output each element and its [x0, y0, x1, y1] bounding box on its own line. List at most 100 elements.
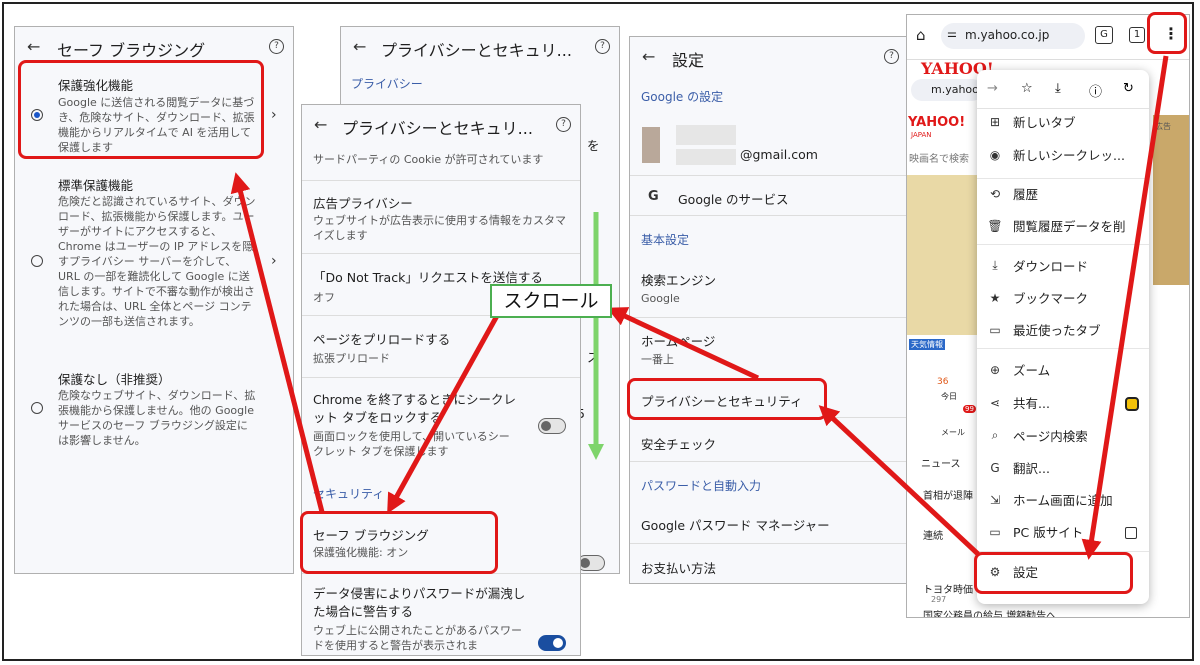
ad-image-right: [1153, 115, 1189, 285]
password-manager-item[interactable]: Google パスワード マネージャー: [641, 515, 830, 534]
search-engine-item[interactable]: 検索エンジン: [641, 270, 716, 289]
page-title: プライバシーとセキュリ...: [381, 41, 572, 60]
menu-item-icon: 🗑: [987, 218, 1003, 233]
desktop-site-checkbox[interactable]: [1125, 527, 1137, 539]
google-services-item[interactable]: Google のサービス: [678, 189, 789, 208]
menu-item-icon: ▭: [989, 524, 1001, 539]
ad-privacy-desc: ウェブサイトが広告表示に使用する情報をカスタマイズします: [313, 214, 566, 242]
menu-item-10[interactable]: G 翻訳...: [987, 458, 1050, 477]
menu-divider: [977, 178, 1149, 179]
homepage-item[interactable]: ホームページ: [641, 331, 715, 350]
forward-icon[interactable]: →: [987, 81, 998, 96]
page-title: 設定: [672, 51, 705, 70]
weather-label: 天気情報: [909, 339, 945, 350]
menu-item-label: ズーム: [1013, 363, 1051, 378]
search-engine-value: Google: [641, 292, 680, 305]
mail-badge: 99: [963, 405, 976, 413]
menu-item-7[interactable]: ⊕ ズーム: [987, 360, 1050, 379]
do-not-track-value: オフ: [313, 291, 335, 304]
menu-item-icon: ⤓: [992, 258, 998, 272]
text-fragment: ス: [587, 350, 600, 365]
reload-icon[interactable]: ↻: [1123, 81, 1134, 96]
back-arrow-icon[interactable]: ←: [314, 115, 327, 134]
menu-item-6[interactable]: ▭ 最近使ったタブ: [987, 320, 1100, 339]
google-g-icon: G: [648, 189, 659, 204]
safety-check-item[interactable]: 安全チェック: [641, 434, 716, 453]
preload-value: 拡張プリロード: [313, 352, 390, 365]
menu-toolbar: → ☆ ⤓ ⓘ ↻: [977, 70, 1149, 109]
menu-item-icon: ⇲: [989, 492, 1001, 507]
back-arrow-icon[interactable]: ←: [642, 47, 655, 66]
section-header: プライバシー: [351, 77, 423, 91]
menu-item-label: PC 版サイト: [1013, 525, 1084, 540]
menu-item-11[interactable]: ⇲ ホーム画面に追加: [987, 490, 1113, 509]
menu-item-label: 閲覧履歴データを削: [1013, 219, 1126, 234]
home-icon[interactable]: ⌂: [916, 26, 926, 44]
menu-item-1[interactable]: ◉ 新しいシークレッ...: [987, 145, 1125, 164]
menu-divider: [977, 348, 1149, 349]
news-story: 連続: [923, 531, 943, 542]
payment-methods-item[interactable]: お支払い方法: [641, 558, 716, 577]
news-story: トヨタ時価: [923, 585, 973, 596]
third-party-cookie-value: サードパーティの Cookie が許可されています: [313, 153, 544, 166]
url-text[interactable]: m.yahoo.co.jp: [965, 28, 1049, 42]
help-icon[interactable]: ?: [595, 39, 610, 54]
password-leak-desc: ウェブ上に公開されたことがあるパスワードを使用すると警告が表示されま: [313, 624, 522, 652]
password-leak-toggle[interactable]: [538, 635, 566, 651]
today-label: 今日: [941, 392, 957, 401]
menu-item-4[interactable]: ⤓ ダウンロード: [987, 256, 1088, 275]
section-header: パスワードと自動入力: [641, 479, 762, 493]
back-arrow-icon[interactable]: ←: [353, 37, 366, 56]
menu-divider: [977, 244, 1149, 245]
menu-item-label: ページ内検索: [1013, 429, 1088, 444]
menu-item-label: ホーム画面に追加: [1013, 493, 1113, 508]
toggle-switch[interactable]: [577, 555, 605, 571]
standard-protection-radio[interactable]: [31, 255, 43, 267]
highlight-overflow-menu: [1147, 12, 1187, 54]
account-name-blurred: [676, 125, 736, 145]
chevron-right-icon[interactable]: ›: [271, 253, 277, 269]
menu-item-8[interactable]: ⋖ 共有...: [987, 393, 1050, 412]
password-leak-item[interactable]: データ侵害によりパスワードが漏洩した場合に警告する: [313, 585, 528, 621]
option-title: 標準保護機能: [58, 178, 134, 193]
help-icon[interactable]: ?: [884, 49, 899, 64]
no-protection-radio[interactable]: [31, 402, 43, 414]
scroll-annotation-label: スクロール: [490, 284, 612, 318]
yahoo-logo-sub: JAPAN: [911, 131, 932, 139]
site-settings-icon[interactable]: ⚌: [947, 27, 957, 40]
info-icon[interactable]: ⓘ: [1089, 81, 1102, 100]
option-title: 保護なし（非推奨）: [58, 372, 171, 387]
lock-incognito-toggle[interactable]: [538, 418, 566, 434]
menu-item-label: ダウンロード: [1013, 259, 1089, 274]
highlight-enhanced-protection: [18, 60, 264, 159]
news-story-meta: 297: [931, 595, 947, 604]
menu-item-label: 共有...: [1013, 396, 1050, 411]
tab-count-icon[interactable]: 1: [1129, 27, 1145, 43]
menu-item-5[interactable]: ★ ブックマーク: [987, 288, 1088, 307]
section-header: セキュリティ: [313, 487, 385, 501]
preload-item[interactable]: ページをプリロードする: [313, 329, 450, 348]
menu-item-label: ブックマーク: [1013, 291, 1089, 306]
avatar: [642, 127, 660, 163]
translate-icon[interactable]: G: [1095, 26, 1113, 44]
menu-item-0[interactable]: ⊞ 新しいタブ: [987, 112, 1076, 131]
share-dot-icon: [1125, 397, 1139, 411]
search-placeholder: 映画名で検索: [909, 154, 969, 165]
menu-item-2[interactable]: ⟲ 履歴: [987, 184, 1038, 203]
bookmark-star-icon[interactable]: ☆: [1021, 81, 1033, 96]
chevron-right-icon[interactable]: ›: [271, 107, 277, 123]
download-icon[interactable]: ⤓: [1055, 81, 1061, 96]
ad-privacy-item[interactable]: 広告プライバシー: [313, 193, 413, 212]
highlight-safe-browsing: [300, 511, 498, 574]
menu-item-icon: ◉: [989, 147, 1001, 162]
help-icon[interactable]: ?: [269, 39, 284, 54]
menu-item-icon: ⟲: [989, 186, 1001, 201]
menu-item-9[interactable]: ⌕ ページ内検索: [987, 426, 1088, 445]
menu-item-12[interactable]: ▭ PC 版サイト: [987, 522, 1083, 541]
back-arrow-icon[interactable]: ←: [27, 37, 40, 56]
help-icon[interactable]: ?: [556, 117, 571, 132]
section-header: Google の設定: [641, 90, 724, 104]
ad-image: [907, 175, 977, 335]
menu-item-3[interactable]: 🗑 閲覧履歴データを削: [987, 216, 1126, 235]
lock-incognito-item[interactable]: Chrome を終了するときにシークレット タブをロックする: [313, 391, 523, 427]
